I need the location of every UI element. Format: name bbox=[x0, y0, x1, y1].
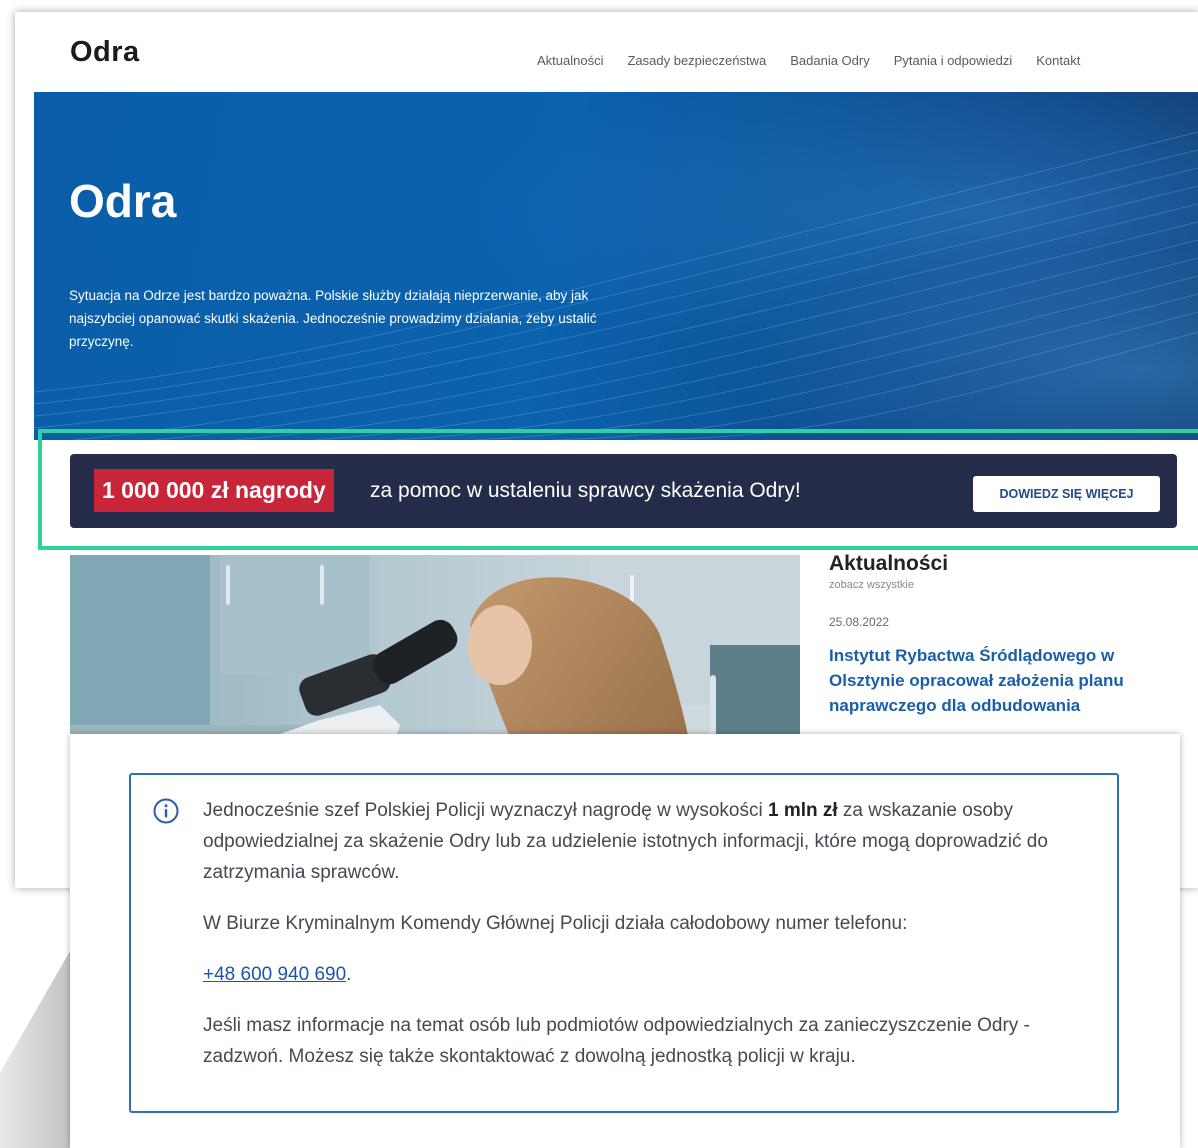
news-heading: Aktualności bbox=[829, 552, 949, 575]
see-all-news-link[interactable]: zobacz wszystkie bbox=[829, 579, 1179, 591]
nav-item-aktualnosci[interactable]: Aktualności bbox=[537, 53, 603, 68]
news-date: 25.08.2022 bbox=[829, 615, 890, 629]
nav-item-badania[interactable]: Badania Odry bbox=[790, 53, 870, 68]
main-nav: Aktualności Zasady bezpieczeństwa Badani… bbox=[537, 53, 1080, 68]
nav-item-zasady[interactable]: Zasady bezpieczeństwa bbox=[627, 53, 766, 68]
decorative-shadow bbox=[0, 933, 80, 1148]
info-text: Jednocześnie szef Polskiej Policji wyzna… bbox=[203, 795, 1103, 1092]
news-sidebar: Aktualności zobacz wszystkie 25.08.2022 … bbox=[829, 552, 1179, 718]
info-box: Jednocześnie szef Polskiej Policji wyzna… bbox=[129, 773, 1119, 1113]
info-paragraph-contact: Jeśli masz informacje na temat osób lub … bbox=[203, 1015, 1030, 1067]
info-paragraph-phone: +48 600 940 690. bbox=[203, 959, 1103, 990]
hero-section: Odra Sytuacja na Odrze jest bardzo poważ… bbox=[34, 92, 1198, 440]
screenshot-composition: Odra Aktualności Zasady bezpieczeństwa B… bbox=[0, 0, 1198, 1148]
info-paragraph-reward: Jednocześnie szef Polskiej Policji wyzna… bbox=[203, 795, 1103, 888]
info-paragraph-hotline: W Biurze Kryminalnym Komendy Głównej Pol… bbox=[203, 913, 908, 934]
site-header: Odra Aktualności Zasady bezpieczeństwa B… bbox=[15, 12, 1198, 92]
info-text-before: Jednocześnie szef Polskiej Policji wyzna… bbox=[203, 800, 768, 821]
reward-amount: 1 mln zł bbox=[767, 800, 838, 821]
highlight-frame bbox=[38, 429, 1198, 550]
news-headline-link[interactable]: Instytut Rybactwa Śródlądowego w Olsztyn… bbox=[829, 643, 1179, 718]
hero-title: Odra bbox=[69, 175, 177, 227]
info-overlay-card: Jednocześnie szef Polskiej Policji wyzna… bbox=[70, 734, 1180, 1148]
hero-river-background bbox=[34, 92, 1198, 440]
phone-number-link[interactable]: +48 600 940 690 bbox=[203, 964, 346, 985]
nav-item-kontakt[interactable]: Kontakt bbox=[1036, 53, 1080, 68]
phone-suffix: . bbox=[346, 964, 352, 985]
site-logo[interactable]: Odra bbox=[70, 36, 140, 69]
hero-description: Sytuacja na Odrze jest bardzo poważna. P… bbox=[69, 288, 597, 349]
nav-item-pytania[interactable]: Pytania i odpowiedzi bbox=[894, 53, 1013, 68]
info-icon bbox=[153, 798, 179, 824]
